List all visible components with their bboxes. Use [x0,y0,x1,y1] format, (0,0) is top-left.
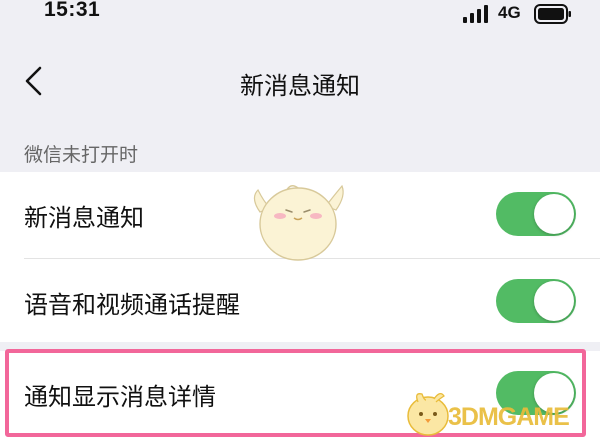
toggle-knob [534,281,574,321]
watermark-logo-icon [404,386,452,442]
new-message-notification-toggle[interactable] [496,192,576,236]
page-title: 新消息通知 [240,72,360,100]
status-time: 15:31 [44,0,101,21]
setting-row-call-reminder[interactable]: 语音和视频通话提醒 [0,259,600,345]
watermark-text: 3DMGAME [448,403,570,431]
setting-label: 语音和视频通话提醒 [24,291,240,319]
navigation-bar: 新消息通知 [0,30,600,130]
battery-icon [534,4,572,28]
chick-mascot-icon [246,178,350,268]
setting-label: 新消息通知 [24,204,144,232]
status-bar: 15:31 4G [0,0,600,30]
call-reminder-toggle[interactable] [496,279,576,323]
network-label: 4G [498,3,521,22]
section-header: 微信未打开时 [24,144,139,166]
signal-icon [463,5,491,27]
toggle-knob [534,194,574,234]
